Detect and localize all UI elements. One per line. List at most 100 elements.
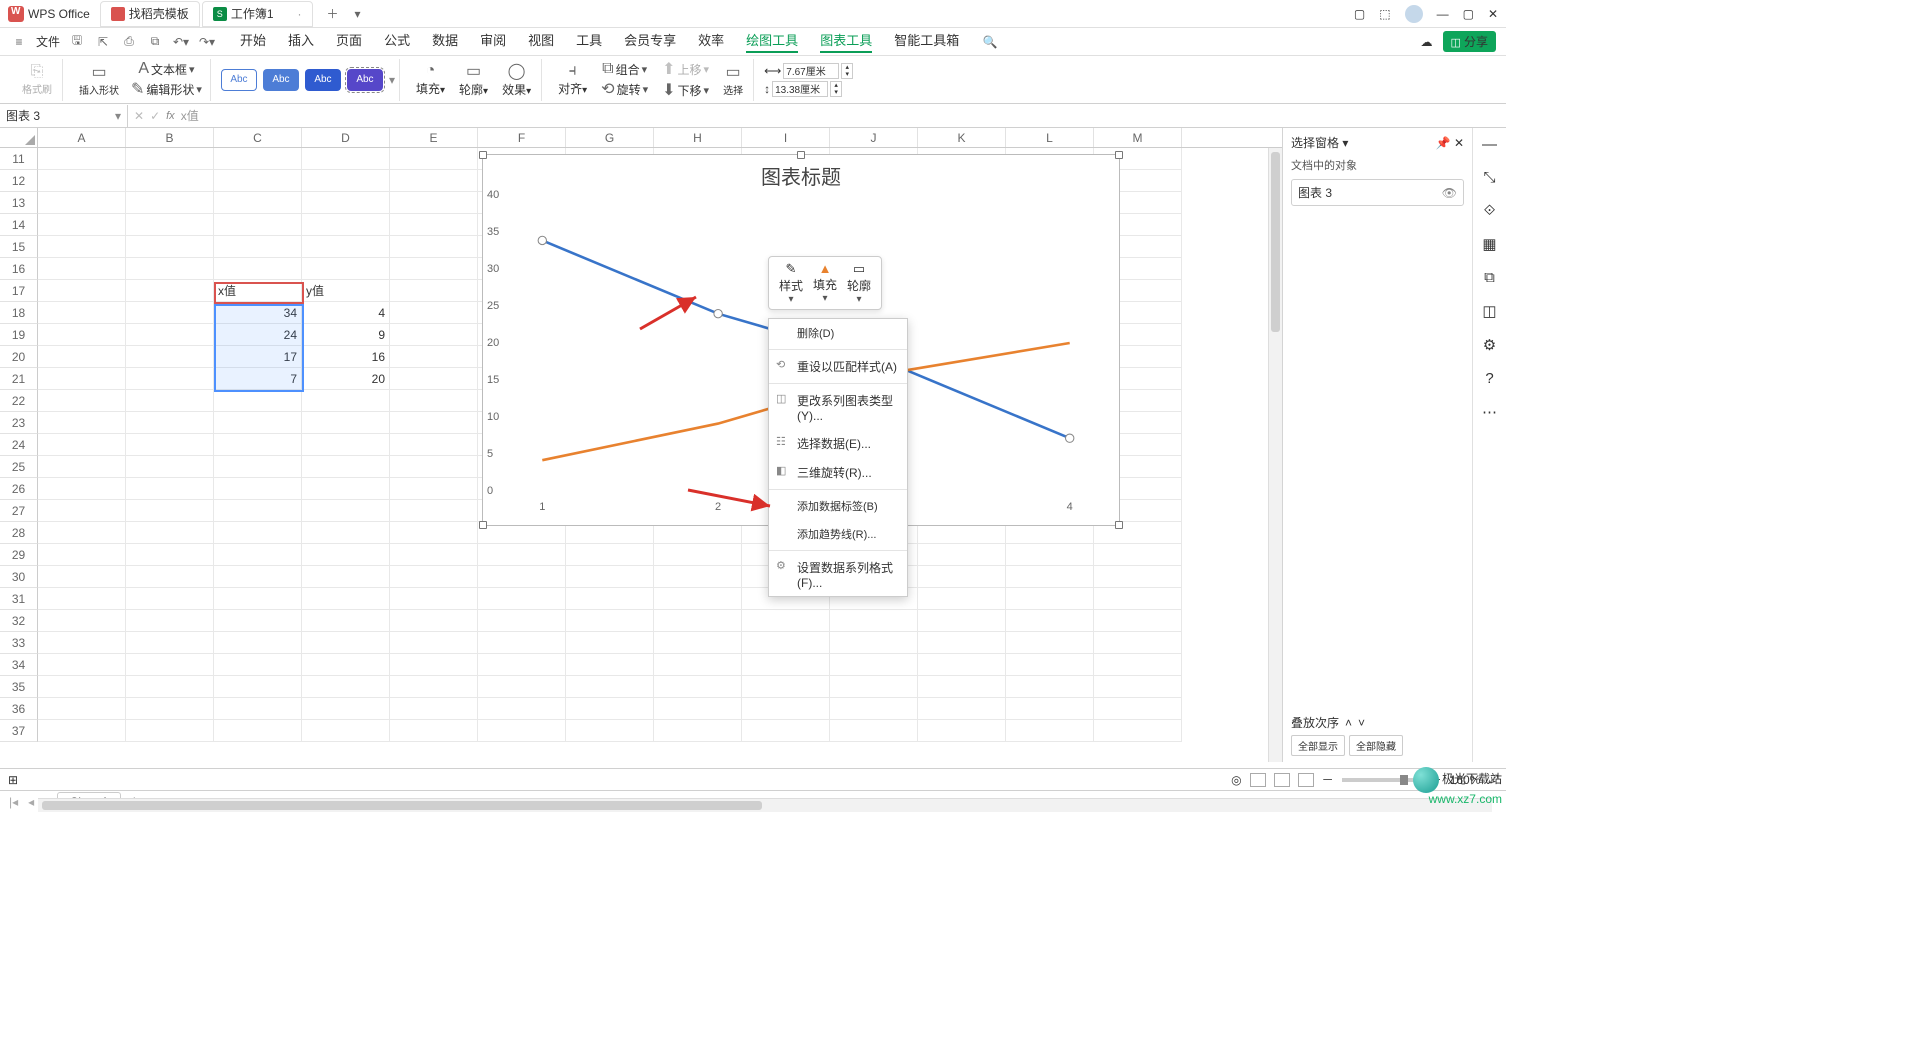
cell-L31[interactable] [1006,588,1094,610]
cell-C22[interactable] [214,390,302,412]
cell-G36[interactable] [566,698,654,720]
col-header-K[interactable]: K [918,128,1006,147]
mini-outline-button[interactable]: ▭轮廓▾ [843,260,875,306]
cell-E12[interactable] [390,170,478,192]
col-header-L[interactable]: L [1006,128,1094,147]
cell-L34[interactable] [1006,654,1094,676]
cell-D13[interactable] [302,192,390,214]
cell-E36[interactable] [390,698,478,720]
shape-style-gallery[interactable]: Abc Abc Abc Abc [221,69,383,91]
select-all-corner[interactable] [0,128,38,147]
cell-A35[interactable] [38,676,126,698]
cell-B34[interactable] [126,654,214,676]
insert-shape-button[interactable]: ▭插入形状 [73,62,125,97]
resize-handle-n[interactable] [797,151,805,159]
width-spinner[interactable]: ▴▾ [841,63,853,79]
cell-C31[interactable] [214,588,302,610]
cell-G34[interactable] [566,654,654,676]
cell-C25[interactable] [214,456,302,478]
menu-效率[interactable]: 效率 [698,30,724,53]
cell-D20[interactable]: 16 [302,346,390,368]
col-header-D[interactable]: D [302,128,390,147]
cell-B31[interactable] [126,588,214,610]
ctx-change-chart-type[interactable]: ◫更改系列图表类型(Y)... [769,386,907,429]
cell-C36[interactable] [214,698,302,720]
align-button[interactable]: ⫞对齐▾ [552,62,593,97]
cell-B24[interactable] [126,434,214,456]
cell-K30[interactable] [918,566,1006,588]
row-header-28[interactable]: 28 [0,522,38,544]
more-icon[interactable]: ⋯ [1482,403,1497,421]
cell-D26[interactable] [302,478,390,500]
redo-icon[interactable]: ↷▾ [198,35,216,49]
group-button[interactable]: ⧉组合▾ [595,60,654,78]
cell-B17[interactable] [126,280,214,302]
cell-C30[interactable] [214,566,302,588]
edit-shape-button[interactable]: ✎编辑形状 ▾ [127,79,206,99]
cell-C18[interactable]: 34 [214,302,302,324]
stack-down-icon[interactable]: ˅ [1358,716,1365,730]
cell-E27[interactable] [390,500,478,522]
mini-fill-button[interactable]: ▲填充▾ [809,260,841,306]
cell-D17[interactable]: y值 [302,280,390,302]
cell-E18[interactable] [390,302,478,324]
cell-H37[interactable] [654,720,742,742]
cell-B35[interactable] [126,676,214,698]
col-header-H[interactable]: H [654,128,742,147]
row-header-15[interactable]: 15 [0,236,38,258]
cell-E34[interactable] [390,654,478,676]
cell-I32[interactable] [742,610,830,632]
cell-E31[interactable] [390,588,478,610]
cell-C33[interactable] [214,632,302,654]
cell-E25[interactable] [390,456,478,478]
cell-A37[interactable] [38,720,126,742]
shape-style-3[interactable]: Abc [305,69,341,91]
cell-E20[interactable] [390,346,478,368]
menu-绘图工具[interactable]: 绘图工具 [746,30,798,53]
cell-D28[interactable] [302,522,390,544]
hamburger-icon[interactable]: ≡ [10,35,28,49]
menu-工具[interactable]: 工具 [576,30,602,53]
cell-M29[interactable] [1094,544,1182,566]
cell-E28[interactable] [390,522,478,544]
cell-H30[interactable] [654,566,742,588]
cell-F30[interactable] [478,566,566,588]
cell-D33[interactable] [302,632,390,654]
horizontal-scrollbar[interactable] [38,798,1492,812]
cube-icon[interactable]: ⬚ [1379,7,1390,21]
cell-L37[interactable] [1006,720,1094,742]
row-header-26[interactable]: 26 [0,478,38,500]
cell-B12[interactable] [126,170,214,192]
window-maximize-icon[interactable]: ▢ [1463,7,1474,21]
resize-handle-ne[interactable] [1115,151,1123,159]
cell-C15[interactable] [214,236,302,258]
resize-handle-se[interactable] [1115,521,1123,529]
menu-开始[interactable]: 开始 [240,30,266,53]
shape-style-1[interactable]: Abc [221,69,257,91]
cell-K37[interactable] [918,720,1006,742]
row-header-23[interactable]: 23 [0,412,38,434]
cell-D31[interactable] [302,588,390,610]
cell-E37[interactable] [390,720,478,742]
cell-E32[interactable] [390,610,478,632]
cell-A12[interactable] [38,170,126,192]
cell-K36[interactable] [918,698,1006,720]
undo-icon[interactable]: ↶▾ [172,35,190,49]
cell-D34[interactable] [302,654,390,676]
cell-B16[interactable] [126,258,214,280]
row-header-20[interactable]: 20 [0,346,38,368]
cell-H32[interactable] [654,610,742,632]
style-tool-icon[interactable]: ⟐ [1484,202,1496,219]
cell-D30[interactable] [302,566,390,588]
cell-B20[interactable] [126,346,214,368]
col-header-I[interactable]: I [742,128,830,147]
cell-F33[interactable] [478,632,566,654]
settings-icon[interactable]: ⚙ [1483,336,1496,354]
cell-F34[interactable] [478,654,566,676]
cell-C29[interactable] [214,544,302,566]
cell-G35[interactable] [566,676,654,698]
cell-B22[interactable] [126,390,214,412]
cell-B13[interactable] [126,192,214,214]
help-icon[interactable]: ? [1485,370,1493,387]
cell-E13[interactable] [390,192,478,214]
